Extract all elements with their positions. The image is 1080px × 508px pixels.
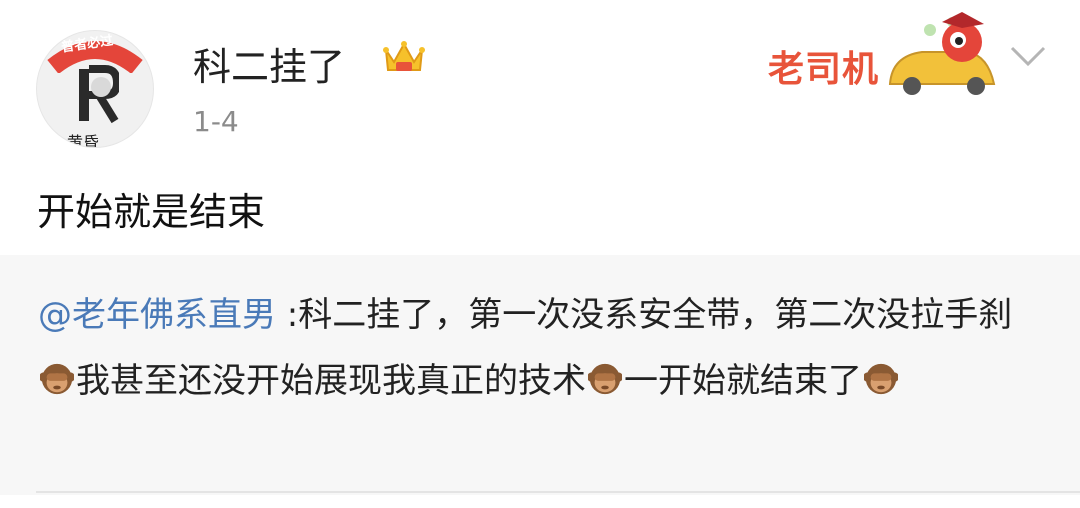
avatar-bottom-text: 黄昏 [67, 133, 100, 148]
see-no-evil-monkey-icon [40, 363, 74, 395]
repost-segment-1: :科二挂了，第一次没系安全带，第二次没拉手刹 [276, 295, 1013, 335]
see-no-evil-monkey-icon [864, 363, 898, 395]
repost-text: @老年佛系直男 :科二挂了，第一次没系安全带，第二次没拉手刹我甚至还没开始展现我… [38, 282, 1048, 414]
post-date: 1-4 [193, 105, 239, 138]
avatar-figure-icon [79, 65, 119, 124]
chevron-down-icon[interactable] [1008, 44, 1048, 68]
post-text: 开始就是结束 [37, 190, 266, 234]
car-icon [888, 12, 996, 95]
crown-icon[interactable] [382, 36, 426, 78]
repost-segment-3: 一开始就结束了 [624, 361, 862, 401]
repost-segment-2: 我甚至还没开始展现我真正的技术 [76, 361, 586, 401]
username[interactable]: 科二挂了 [193, 36, 345, 91]
see-no-evil-monkey-icon [588, 363, 622, 395]
divider [36, 491, 1080, 493]
avatar[interactable]: 普者必过 黄昏 [36, 30, 154, 148]
mention-link[interactable]: @老年佛系直男 [38, 295, 276, 335]
